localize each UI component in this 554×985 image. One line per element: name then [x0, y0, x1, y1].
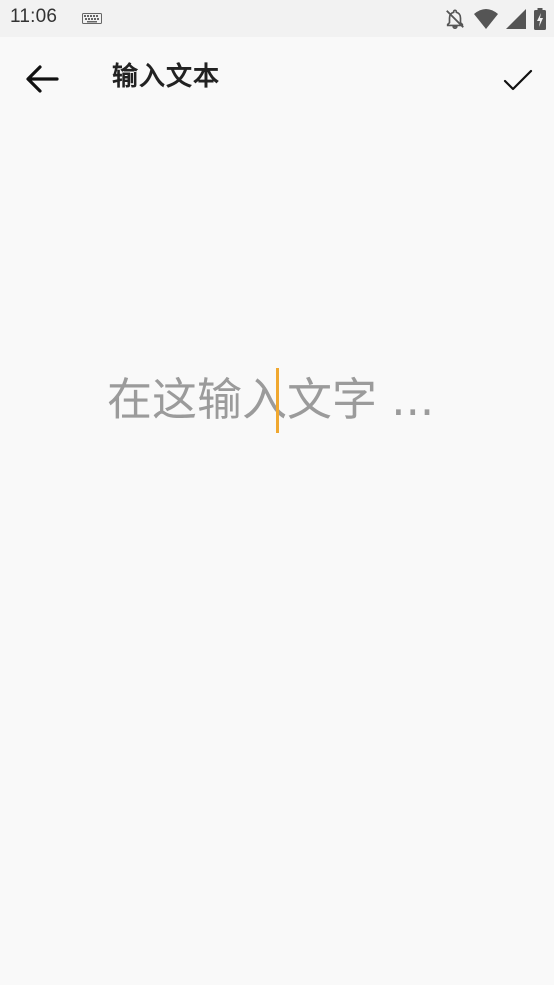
status-bar: 11:06	[0, 0, 554, 37]
text-input[interactable]: 在这输入文字 ...	[0, 350, 554, 460]
status-time: 11:06	[10, 6, 58, 27]
back-button[interactable]	[22, 59, 62, 99]
check-icon	[503, 69, 533, 91]
keyboard-icon	[82, 13, 102, 24]
text-caret	[276, 368, 279, 433]
battery-charging-icon	[534, 8, 546, 30]
wifi-icon	[474, 9, 498, 29]
page-title: 输入文本	[112, 62, 221, 92]
text-input-placeholder: 在这输入文字 ...	[107, 373, 435, 426]
confirm-button[interactable]	[496, 59, 540, 103]
signal-icon	[506, 9, 526, 29]
notifications-off-icon	[446, 9, 464, 29]
app-bar: 输入文本	[0, 37, 554, 121]
status-icons	[444, 7, 546, 31]
arrow-back-icon	[26, 65, 59, 93]
